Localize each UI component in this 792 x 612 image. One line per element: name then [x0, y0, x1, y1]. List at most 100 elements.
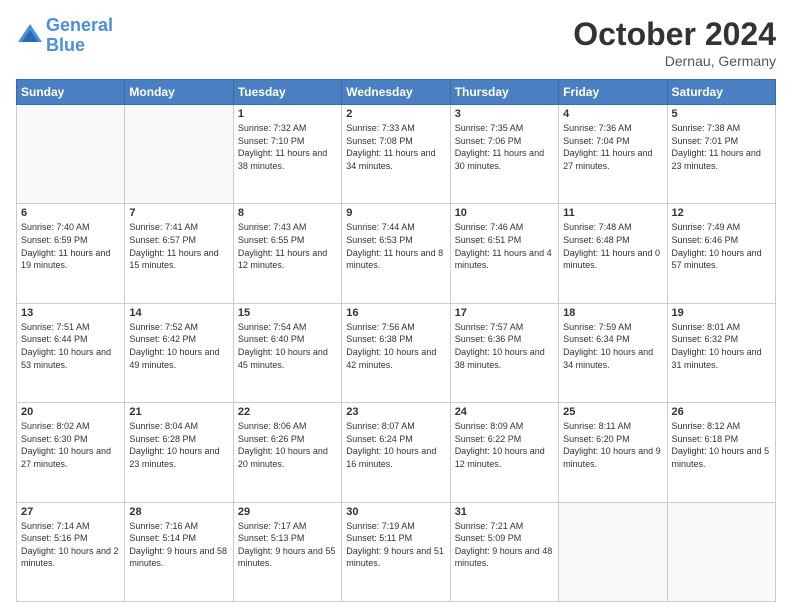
day-header-friday: Friday	[559, 80, 667, 105]
calendar-cell: 27 Sunrise: 7:14 AM Sunset: 5:16 PM Dayli…	[17, 502, 125, 601]
day-header-wednesday: Wednesday	[342, 80, 450, 105]
month-title: October 2024	[573, 16, 776, 53]
day-info: Sunrise: 7:33 AM Sunset: 7:08 PM Dayligh…	[346, 122, 445, 172]
day-number: 1	[238, 108, 337, 120]
day-info: Sunrise: 7:35 AM Sunset: 7:06 PM Dayligh…	[455, 122, 554, 172]
calendar-cell	[17, 105, 125, 204]
day-number: 16	[346, 307, 445, 319]
day-info: Sunrise: 7:57 AM Sunset: 6:36 PM Dayligh…	[455, 321, 554, 371]
calendar-cell	[125, 105, 233, 204]
calendar-cell: 22Sunrise: 8:06 AM Sunset: 6:26 PM Dayli…	[233, 403, 341, 502]
day-number: 28	[129, 506, 228, 518]
day-number: 19	[672, 307, 771, 319]
day-number: 18	[563, 307, 662, 319]
day-number: 5	[672, 108, 771, 120]
day-number: 13	[21, 307, 120, 319]
day-number: 30	[346, 506, 445, 518]
logo-line1: General	[46, 15, 113, 35]
day-info: Sunrise: 7:44 AM Sunset: 6:53 PM Dayligh…	[346, 221, 445, 271]
location: Dernau, Germany	[573, 53, 776, 69]
calendar-cell: 2 Sunrise: 7:33 AM Sunset: 7:08 PM Daylig…	[342, 105, 450, 204]
day-info: Sunrise: 7:16 AM Sunset: 5:14 PM Dayligh…	[129, 520, 228, 570]
calendar-cell	[559, 502, 667, 601]
day-info: Sunrise: 8:09 AM Sunset: 6:22 PM Dayligh…	[455, 420, 554, 470]
calendar-cell: 9 Sunrise: 7:44 AM Sunset: 6:53 PM Daylig…	[342, 204, 450, 303]
day-number: 21	[129, 406, 228, 418]
logo-text: General Blue	[46, 16, 113, 56]
calendar-cell: 1 Sunrise: 7:32 AM Sunset: 7:10 PM Daylig…	[233, 105, 341, 204]
calendar-cell: 5 Sunrise: 7:38 AM Sunset: 7:01 PM Daylig…	[667, 105, 775, 204]
calendar-cell: 14Sunrise: 7:52 AM Sunset: 6:42 PM Dayli…	[125, 303, 233, 402]
day-number: 24	[455, 406, 554, 418]
day-number: 27	[21, 506, 120, 518]
calendar-cell: 11Sunrise: 7:48 AM Sunset: 6:48 PM Dayli…	[559, 204, 667, 303]
calendar-cell: 18 Sunrise: 7:59 AM Sunset: 6:34 PM Dayli…	[559, 303, 667, 402]
day-number: 29	[238, 506, 337, 518]
calendar-cell: 29 Sunrise: 7:17 AM Sunset: 5:13 PM Dayli…	[233, 502, 341, 601]
day-info: Sunrise: 8:12 AM Sunset: 6:18 PM Dayligh…	[672, 420, 771, 470]
calendar-cell: 26 Sunrise: 8:12 AM Sunset: 6:18 PM Dayli…	[667, 403, 775, 502]
calendar-cell: 19 Sunrise: 8:01 AM Sunset: 6:32 PM Dayli…	[667, 303, 775, 402]
week-row-5: 27 Sunrise: 7:14 AM Sunset: 5:16 PM Dayli…	[17, 502, 776, 601]
day-info: Sunrise: 8:01 AM Sunset: 6:32 PM Dayligh…	[672, 321, 771, 371]
calendar-cell: 20 Sunrise: 8:02 AM Sunset: 6:30 PM Dayli…	[17, 403, 125, 502]
calendar-cell: 3 Sunrise: 7:35 AM Sunset: 7:06 PM Daylig…	[450, 105, 558, 204]
day-number: 10	[455, 207, 554, 219]
day-number: 8	[238, 207, 337, 219]
day-number: 12	[672, 207, 771, 219]
day-info: Sunrise: 7:17 AM Sunset: 5:13 PM Dayligh…	[238, 520, 337, 570]
day-info: Sunrise: 8:04 AM Sunset: 6:28 PM Dayligh…	[129, 420, 228, 470]
day-header-sunday: Sunday	[17, 80, 125, 105]
day-info: Sunrise: 7:43 AM Sunset: 6:55 PM Dayligh…	[238, 221, 337, 271]
week-row-2: 6Sunrise: 7:40 AM Sunset: 6:59 PM Daylig…	[17, 204, 776, 303]
week-row-1: 1 Sunrise: 7:32 AM Sunset: 7:10 PM Daylig…	[17, 105, 776, 204]
day-info: Sunrise: 7:21 AM Sunset: 5:09 PM Dayligh…	[455, 520, 554, 570]
day-info: Sunrise: 7:36 AM Sunset: 7:04 PM Dayligh…	[563, 122, 662, 172]
day-number: 6	[21, 207, 120, 219]
day-info: Sunrise: 8:11 AM Sunset: 6:20 PM Dayligh…	[563, 420, 662, 470]
header-row: SundayMondayTuesdayWednesdayThursdayFrid…	[17, 80, 776, 105]
calendar-cell: 6Sunrise: 7:40 AM Sunset: 6:59 PM Daylig…	[17, 204, 125, 303]
day-number: 2	[346, 108, 445, 120]
calendar-cell: 12 Sunrise: 7:49 AM Sunset: 6:46 PM Dayli…	[667, 204, 775, 303]
day-info: Sunrise: 7:32 AM Sunset: 7:10 PM Dayligh…	[238, 122, 337, 172]
calendar-cell: 30 Sunrise: 7:19 AM Sunset: 5:11 PM Dayli…	[342, 502, 450, 601]
day-number: 7	[129, 207, 228, 219]
day-info: Sunrise: 7:54 AM Sunset: 6:40 PM Dayligh…	[238, 321, 337, 371]
day-number: 17	[455, 307, 554, 319]
day-number: 23	[346, 406, 445, 418]
day-number: 15	[238, 307, 337, 319]
day-info: Sunrise: 7:51 AM Sunset: 6:44 PM Dayligh…	[21, 321, 120, 371]
day-header-saturday: Saturday	[667, 80, 775, 105]
day-info: Sunrise: 7:19 AM Sunset: 5:11 PM Dayligh…	[346, 520, 445, 570]
calendar-cell: 21 Sunrise: 8:04 AM Sunset: 6:28 PM Dayli…	[125, 403, 233, 502]
day-info: Sunrise: 7:14 AM Sunset: 5:16 PM Dayligh…	[21, 520, 120, 570]
day-number: 26	[672, 406, 771, 418]
day-info: Sunrise: 7:46 AM Sunset: 6:51 PM Dayligh…	[455, 221, 554, 271]
calendar-cell	[667, 502, 775, 601]
header: General Blue October 2024 Dernau, German…	[16, 16, 776, 69]
day-info: Sunrise: 7:56 AM Sunset: 6:38 PM Dayligh…	[346, 321, 445, 371]
title-block: October 2024 Dernau, Germany	[573, 16, 776, 69]
day-info: Sunrise: 7:59 AM Sunset: 6:34 PM Dayligh…	[563, 321, 662, 371]
day-info: Sunrise: 7:48 AM Sunset: 6:48 PM Dayligh…	[563, 221, 662, 271]
day-info: Sunrise: 8:02 AM Sunset: 6:30 PM Dayligh…	[21, 420, 120, 470]
day-info: Sunrise: 7:49 AM Sunset: 6:46 PM Dayligh…	[672, 221, 771, 271]
day-number: 25	[563, 406, 662, 418]
day-info: Sunrise: 7:38 AM Sunset: 7:01 PM Dayligh…	[672, 122, 771, 172]
calendar-cell: 15 Sunrise: 7:54 AM Sunset: 6:40 PM Dayli…	[233, 303, 341, 402]
day-number: 3	[455, 108, 554, 120]
calendar-cell: 31 Sunrise: 7:21 AM Sunset: 5:09 PM Dayli…	[450, 502, 558, 601]
day-number: 31	[455, 506, 554, 518]
day-number: 9	[346, 207, 445, 219]
page: General Blue October 2024 Dernau, German…	[0, 0, 792, 612]
day-number: 20	[21, 406, 120, 418]
logo-icon	[16, 22, 44, 50]
calendar-cell: 16 Sunrise: 7:56 AM Sunset: 6:38 PM Dayli…	[342, 303, 450, 402]
day-number: 22	[238, 406, 337, 418]
week-row-4: 20 Sunrise: 8:02 AM Sunset: 6:30 PM Dayli…	[17, 403, 776, 502]
calendar-cell: 23Sunrise: 8:07 AM Sunset: 6:24 PM Dayli…	[342, 403, 450, 502]
logo: General Blue	[16, 16, 113, 56]
day-number: 14	[129, 307, 228, 319]
week-row-3: 13 Sunrise: 7:51 AM Sunset: 6:44 PM Dayli…	[17, 303, 776, 402]
